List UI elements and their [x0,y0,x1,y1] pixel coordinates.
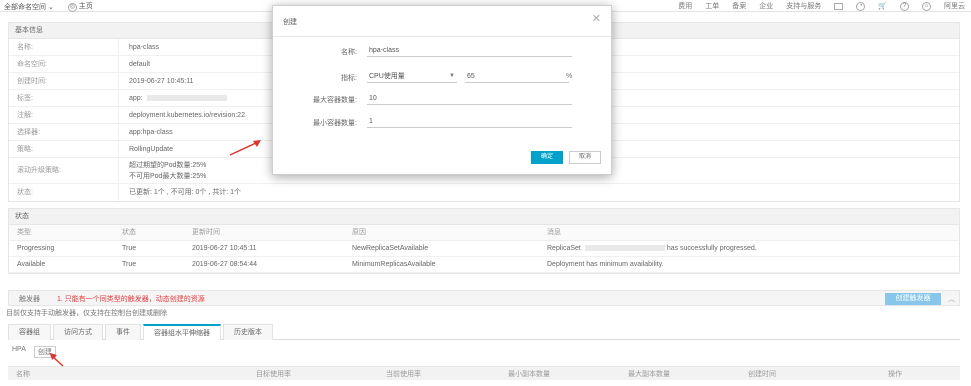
min-replicas-label: 最小容器数量: [313,120,357,127]
message-icon[interactable] [834,2,844,10]
conditions-table: 类型 状态 更新时间 原因 消息 Progressing True 2019-0… [9,225,959,273]
redacted-block [584,244,665,251]
user-menu[interactable]: 阿里云 [944,1,965,11]
chevron-up-icon[interactable]: ︿ [948,294,955,304]
hpa-col-max: 最大副本数量 [628,370,670,378]
trigger-warning: 1. 只能有一个同类型的触发器，动态创建的资源 [57,296,205,303]
hpa-col-name: 名称 [16,370,30,378]
redacted-block [146,95,227,102]
col-status: 状态 [114,225,184,241]
topbar-left: 全部命名空间 ⌄ ◎ 主页 [4,1,93,12]
hpa-col-target: 目标使用率 [256,370,291,378]
tab-access[interactable]: 访问方式 [53,324,103,340]
topbar-item-filing[interactable]: 备案 [732,1,746,11]
min-replicas-input[interactable] [367,115,572,128]
col-message: 消息 [539,225,959,241]
conditions-header-row: 类型 状态 更新时间 原因 消息 [9,225,959,241]
hpa-col-created: 创建时间 [748,370,776,378]
metric-label: 指标: [341,75,357,82]
metric-target-input[interactable] [465,70,569,83]
close-icon[interactable]: ✕ [592,12,601,25]
hpa-col-min: 最小副本数量 [508,370,550,378]
col-type: 类型 [9,225,114,241]
percent-suffix: % [566,73,573,80]
col-reason: 原因 [344,225,539,241]
name-label: 名称: [341,49,357,56]
annotation-arrow-create [50,353,64,367]
tab-history[interactable]: 历史版本 [223,324,273,340]
max-replicas-input[interactable] [367,92,572,105]
trigger-note: 目前仅支持手动触发器，仅支持在控制台创建或删除 [6,310,167,317]
dialog-title: 创建 [283,19,297,26]
table-row: Progressing True 2019-06-27 10:45:11 New… [9,240,959,257]
cart-icon[interactable]: 🛒 [878,2,887,10]
chevron-down-icon: ⌄ [47,3,54,11]
chevron-down-icon: ▼ [449,73,455,79]
metric-select[interactable]: CPU使用量 ▼ [367,70,457,83]
col-time: 更新时间 [184,225,344,241]
trigger-label: 触发器 [19,296,40,303]
tab-pods[interactable]: 容器组 [8,324,51,340]
annotation-arrow-modal [229,140,261,156]
trigger-bar: 触发器 1. 只能有一个同类型的触发器，动态创建的资源 创建触发器 ︿ [8,290,960,306]
hpa-label: HPA [12,346,26,353]
topbar-item-tickets[interactable]: 工单 [705,1,719,11]
create-trigger-button[interactable]: 创建触发器 [885,293,941,305]
tab-hpa[interactable]: 容器组水平伸缩器 [143,324,221,340]
hpa-col-current: 当前使用率 [386,370,421,378]
topbar-item-support[interactable]: 支持与服务 [786,1,821,11]
home-icon: ◎ [67,3,77,12]
name-input[interactable] [367,44,572,57]
tab-events[interactable]: 事件 [105,324,141,340]
notification-icon[interactable]: ◔ [856,1,866,11]
topbar-right: 费用 工单 备案 企业 支持与服务 ◔ 🛒 ? ⌂ 阿里云 [678,1,965,11]
max-replicas-label: 最大容器数量: [313,97,357,104]
topbar-item-billing[interactable]: 费用 [678,1,692,11]
settings-icon[interactable]: ⌂ [922,1,931,11]
namespace-selector[interactable]: 全部命名空间 ⌄ [4,2,54,12]
create-hpa-dialog: 创建 ✕ 名称: 指标: CPU使用量 ▼ % 最大容器数量: 最小容器数量: … [272,5,612,175]
hpa-table-header: 名称 目标使用率 当前使用率 最小副本数量 最大副本数量 创建时间 操作 [8,366,960,380]
table-row: Available True 2019-06-27 08:54:44 Minim… [9,256,959,273]
dialog-divider [273,36,611,37]
conditions-title: 状态 [9,209,959,225]
home-link[interactable]: ◎ 主页 [67,1,93,12]
conditions-panel: 状态 类型 状态 更新时间 原因 消息 Progressing True 201… [8,208,960,274]
info-row-status: 状态: 已更新: 1个 , 不可用: 0个 , 共计: 1个 [9,184,959,201]
confirm-button[interactable]: 确定 [531,151,563,164]
cancel-button[interactable]: 取消 [569,151,601,164]
help-icon[interactable]: ? [900,1,909,11]
topbar-item-enterprise[interactable]: 企业 [759,1,773,11]
detail-tabs: 容器组 访问方式 事件 容器组水平伸缩器 历史版本 [8,324,960,340]
hpa-col-actions: 操作 [888,370,902,378]
